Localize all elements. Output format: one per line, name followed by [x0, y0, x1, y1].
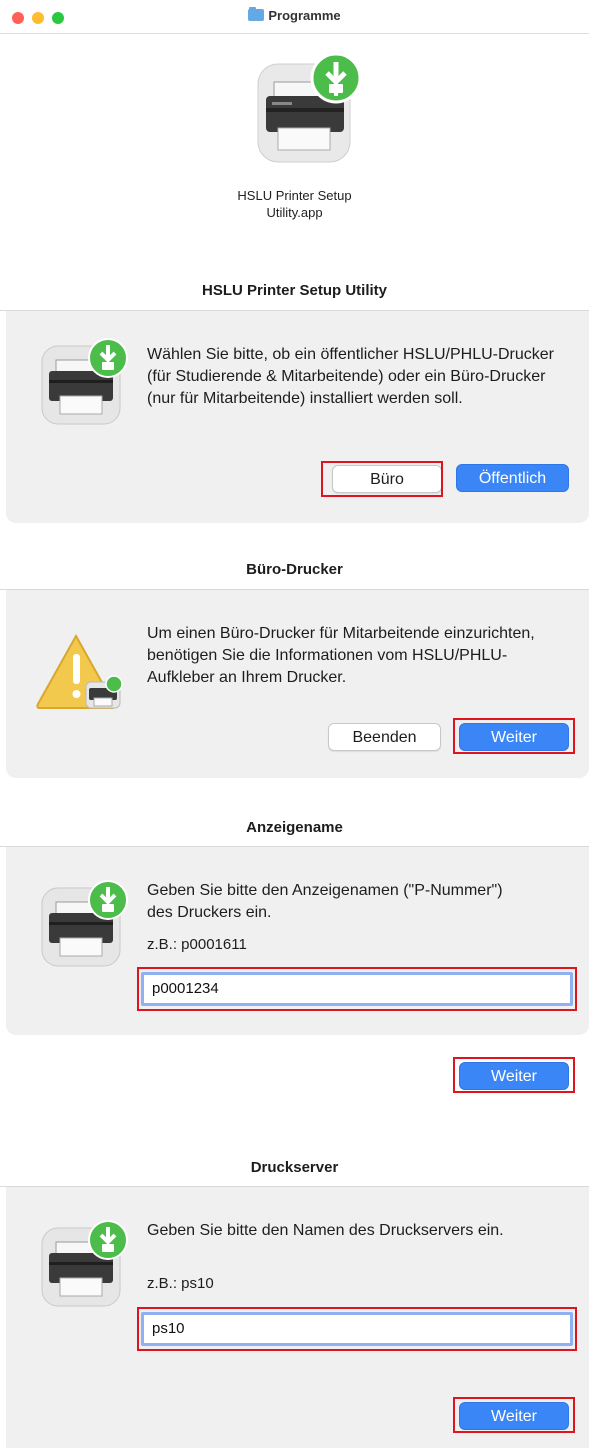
print-server-dialog-message: Geben Sie bitte den Namen des Druckserve… — [147, 1222, 504, 1239]
printer-app-icon[interactable] — [252, 50, 364, 166]
office-weiter-highlight — [453, 718, 575, 754]
display-name-dialog-title: Anzeigename — [246, 819, 343, 836]
title-separator — [0, 33, 589, 34]
setup-dialog-message: Wählen Sie bitte, ob ein öffentlicher HS… — [147, 346, 554, 407]
warning-icon — [34, 632, 126, 712]
display-name-dialog-message: Geben Sie bitte den Anzeigenamen ("P-Num… — [147, 882, 503, 921]
window-title: Programme — [268, 8, 341, 23]
print-server-example: z.B.: ps10 — [147, 1275, 214, 1292]
app-caption[interactable]: HSLU Printer Setup Utility.app — [0, 187, 589, 221]
office-dialog-message: Um einen Büro-Drucker für Mitarbeitende … — [147, 625, 535, 686]
app-caption-line2: Utility.app — [266, 205, 323, 220]
window-title-bar: Programme — [0, 7, 589, 23]
display-name-input-highlight — [137, 967, 577, 1011]
print-server-dialog-title: Druckserver — [250, 1159, 339, 1176]
display-name-weiter-highlight — [453, 1057, 575, 1093]
printer-download-icon — [40, 336, 130, 426]
print-server-input-highlight — [137, 1307, 577, 1351]
office-dialog-title: Büro-Drucker — [246, 561, 343, 578]
display-name-example: z.B.: p0001611 — [147, 936, 247, 953]
oeffentlich-button[interactable]: Öffentlich — [456, 464, 569, 492]
folder-icon — [248, 7, 265, 21]
buero-button-highlight — [321, 461, 443, 497]
print-server-weiter-highlight — [453, 1397, 575, 1433]
printer-download-icon — [40, 878, 130, 968]
printer-download-icon — [40, 1218, 130, 1308]
setup-dialog-title: HSLU Printer Setup Utility — [201, 282, 388, 299]
beenden-button[interactable]: Beenden — [328, 723, 441, 751]
app-caption-line1: HSLU Printer Setup — [237, 188, 352, 203]
